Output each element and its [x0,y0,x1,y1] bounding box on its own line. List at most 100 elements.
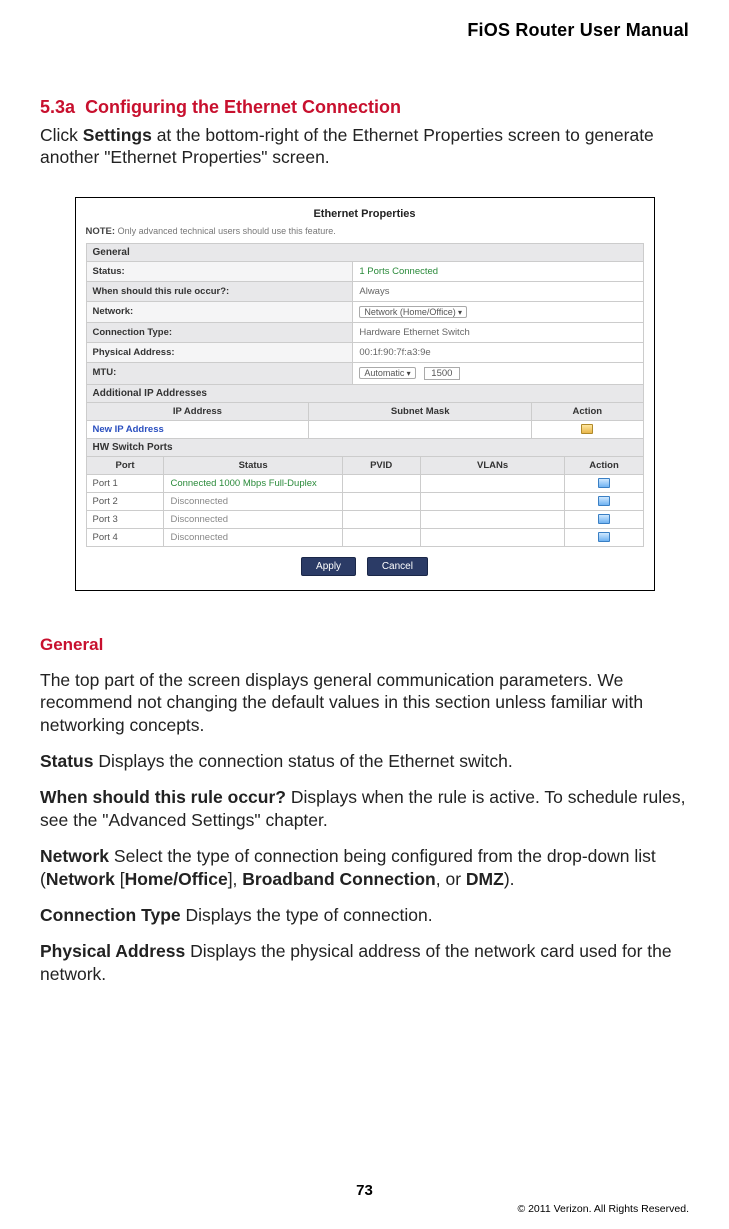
when-label: When should this rule occur?: [87,282,354,301]
general-intro: The top part of the screen displays gene… [40,669,689,736]
add-icon[interactable] [581,424,593,434]
table-row: Port 4Disconnected [86,528,643,546]
port-cell: Port 1 [86,474,164,492]
port-pvid-cell [342,492,420,510]
port-cell: Port 3 [86,510,164,528]
row-when: When should this rule occur?: Always [86,282,644,302]
mtu-mode-dropdown[interactable]: Automatic [359,367,415,379]
page-number: 73 [0,1182,729,1199]
page-header-title: FiOS Router User Manual [40,0,689,41]
def-conn-type-term: Connection Type [40,905,181,925]
edit-icon[interactable] [598,478,610,488]
note-text: Only advanced technical users should use… [118,226,336,236]
phys-value: 00:1f:90:7f:a3:9e [353,343,642,362]
port-action-cell [565,528,643,546]
hw-switch-ports-table: Port Status PVID VLANs Action Port 1Conn… [86,456,644,547]
def-when-term: When should this rule occur? [40,787,286,807]
port-header-port: Port [86,456,164,474]
note-label: NOTE: [86,226,116,237]
port-status-cell: Disconnected [164,510,342,528]
port-vlans-cell [420,492,565,510]
general-subheading: General [40,635,689,655]
network-dropdown[interactable]: Network (Home/Office) [359,306,467,318]
port-vlans-cell [420,528,565,546]
new-ip-subnet [309,420,532,438]
port-status-cell: Disconnected [164,528,342,546]
additional-ip-header: Additional IP Addresses [86,385,644,402]
apply-button[interactable]: Apply [301,557,356,576]
embedded-screenshot: Ethernet Properties NOTE: Only advanced … [75,197,655,591]
def-when: When should this rule occur? Displays wh… [40,786,689,831]
ip-header-action: Action [532,402,643,420]
mtu-input[interactable]: 1500 [424,367,460,380]
section-number: 5.3a [40,97,75,117]
ethernet-properties-panel: Ethernet Properties NOTE: Only advanced … [75,197,655,591]
panel-note: NOTE: Only advanced technical users shou… [86,226,644,237]
port-vlans-cell [420,474,565,492]
def-network-b4: DMZ [466,869,504,889]
table-row: Port 3Disconnected [86,510,643,528]
section-title: Configuring the Ethernet Connection [85,97,401,117]
port-pvid-cell [342,474,420,492]
port-action-cell [565,510,643,528]
section-heading: 5.3a Configuring the Ethernet Connection [40,97,689,118]
ip-address-table: IP Address Subnet Mask Action New IP Add… [86,402,644,439]
intro-bold: Settings [83,125,152,145]
row-conn-type: Connection Type: Hardware Ethernet Switc… [86,323,644,343]
row-mtu: MTU: Automatic 1500 [86,363,644,385]
intro-prefix: Click [40,125,83,145]
def-status-text: Displays the connection status of the Et… [93,751,512,771]
mtu-label: MTU: [87,363,354,384]
panel-buttons: Apply Cancel [86,557,644,576]
edit-icon[interactable] [598,532,610,542]
table-row: Port 2Disconnected [86,492,643,510]
edit-icon[interactable] [598,514,610,524]
def-status: Status Displays the connection status of… [40,750,689,772]
hw-switch-header: HW Switch Ports [86,439,644,456]
general-header: General [86,243,644,262]
new-ip-link[interactable]: New IP Address [86,420,309,438]
def-network-b2: Home/Office [125,869,228,889]
port-header-pvid: PVID [342,456,420,474]
def-network-t5: ). [504,869,515,889]
def-status-term: Status [40,751,93,771]
port-header-status: Status [164,456,342,474]
port-status-cell: Connected 1000 Mbps Full-Duplex [164,474,342,492]
network-label: Network: [87,302,354,322]
port-vlans-cell [420,510,565,528]
row-phys: Physical Address: 00:1f:90:7f:a3:9e [86,343,644,363]
status-label: Status: [87,262,354,281]
network-value-cell: Network (Home/Office) [353,302,642,322]
port-pvid-cell [342,510,420,528]
cancel-button[interactable]: Cancel [367,557,428,576]
phys-label: Physical Address: [87,343,354,362]
port-action-cell [565,474,643,492]
port-header-vlans: VLANs [420,456,565,474]
port-cell: Port 4 [86,528,164,546]
def-network-term: Network [40,846,109,866]
def-network-t3: ], [228,869,243,889]
conn-type-label: Connection Type: [87,323,354,342]
port-header-action: Action [565,456,643,474]
ip-header-subnet: Subnet Mask [309,402,532,420]
def-network-b3: Broadband Connection [242,869,435,889]
def-conn-type: Connection Type Displays the type of con… [40,904,689,926]
def-network: Network Select the type of connection be… [40,845,689,890]
row-network: Network: Network (Home/Office) [86,302,644,323]
status-value: 1 Ports Connected [353,262,642,281]
row-status: Status: 1 Ports Connected [86,262,644,282]
conn-type-value: Hardware Ethernet Switch [353,323,642,342]
edit-icon[interactable] [598,496,610,506]
port-action-cell [565,492,643,510]
ip-table-new-row: New IP Address [86,420,643,438]
section-intro: Click Settings at the bottom-right of th… [40,124,689,169]
new-ip-action [532,420,643,438]
port-table-header-row: Port Status PVID VLANs Action [86,456,643,474]
when-value: Always [353,282,642,301]
panel-title: Ethernet Properties [86,208,644,220]
def-phys: Physical Address Displays the physical a… [40,940,689,985]
def-phys-term: Physical Address [40,941,185,961]
ip-header-address: IP Address [86,402,309,420]
port-cell: Port 2 [86,492,164,510]
def-network-t4: , or [436,869,466,889]
